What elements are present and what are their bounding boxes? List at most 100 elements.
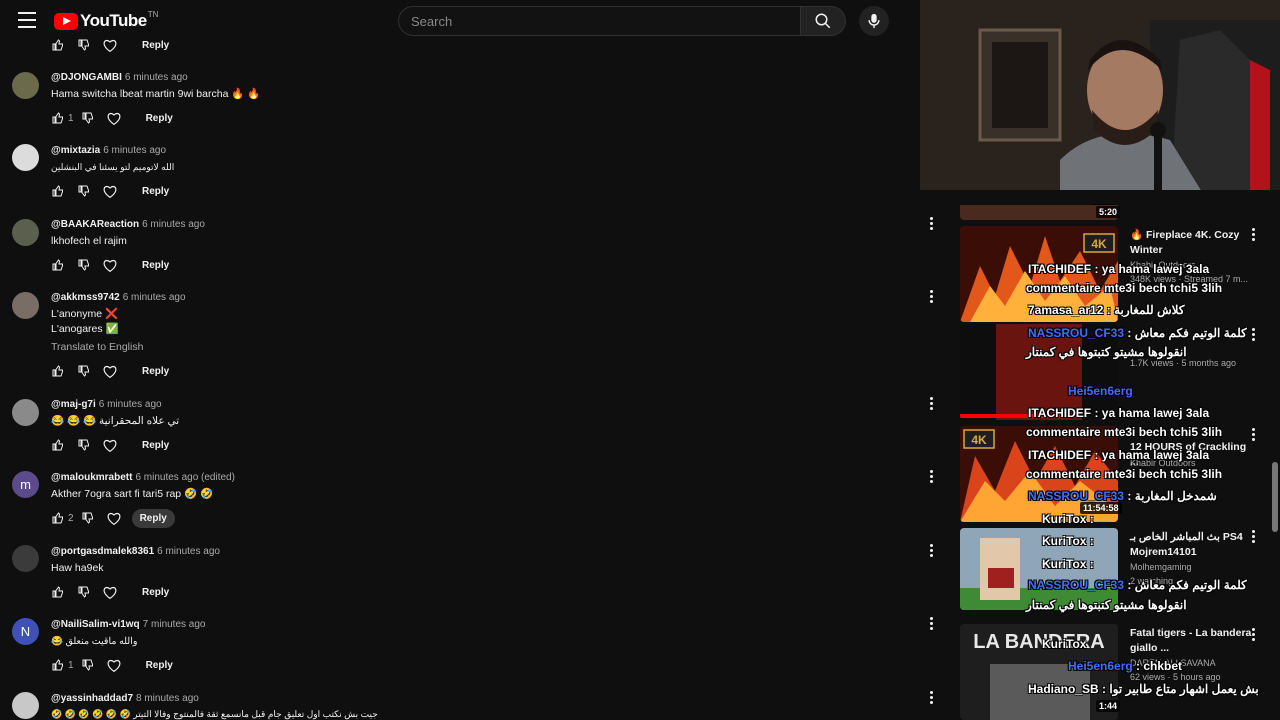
comment-time[interactable]: 6 minutes ago: [142, 219, 205, 230]
reply-button[interactable]: Reply: [134, 583, 177, 602]
chat-user: Hei5en6erg: [1068, 384, 1133, 398]
reply-button[interactable]: Reply: [134, 362, 177, 381]
comment-author[interactable]: @portgasdmalek8361: [51, 546, 154, 557]
comment-meta: @NailiSalim-vi1wq 7 minutes ago: [51, 619, 206, 630]
dislike-icon[interactable]: [76, 363, 92, 379]
avatar[interactable]: [12, 399, 39, 426]
comment-author[interactable]: @mixtazia: [51, 145, 100, 156]
comment-time[interactable]: 6 minutes ago: [103, 145, 166, 156]
comment-actions: 1 Reply: [50, 656, 181, 674]
reply-button[interactable]: Reply: [134, 436, 177, 455]
more-options-icon[interactable]: [1252, 428, 1256, 442]
scrollbar-thumb[interactable]: [1272, 462, 1278, 532]
dislike-icon[interactable]: [76, 437, 92, 453]
reply-button[interactable]: Reply: [134, 182, 177, 201]
dislike-icon[interactable]: [80, 110, 96, 126]
more-options-icon[interactable]: [1252, 328, 1256, 342]
like-icon[interactable]: [50, 183, 66, 199]
video-channel[interactable]: Molhemgaming: [1130, 562, 1192, 572]
more-options-icon[interactable]: [930, 217, 934, 231]
more-options-icon[interactable]: [1252, 530, 1256, 544]
like-icon[interactable]: [50, 110, 66, 126]
heart-icon[interactable]: [102, 363, 118, 379]
video-title[interactable]: Fatal tigers - La bandera giallo ...: [1130, 626, 1254, 656]
chat-message: commentaire mte3i bech tchi5 3lih: [1026, 467, 1222, 481]
comment-time[interactable]: 7 minutes ago: [143, 619, 206, 630]
comment-author[interactable]: @maloukmrabett: [51, 472, 132, 483]
dislike-icon[interactable]: [80, 657, 96, 673]
chat-message: KuriTox :: [1042, 512, 1094, 526]
like-icon[interactable]: [50, 657, 66, 673]
comment-meta: @mixtazia 6 minutes ago: [51, 145, 166, 156]
comment-time[interactable]: 8 minutes ago: [136, 693, 199, 704]
comment-author[interactable]: @NailiSalim-vi1wq: [51, 619, 140, 630]
chat-text: انقولوها مشيتو كتبتوها في كمنتار: [1026, 598, 1187, 612]
reply-button[interactable]: Reply: [131, 508, 175, 528]
comment-author[interactable]: @DJONGAMBI: [51, 72, 122, 83]
heart-icon[interactable]: [102, 257, 118, 273]
avatar[interactable]: [12, 692, 39, 719]
comment-time[interactable]: 6 minutes ago: [99, 399, 162, 410]
dislike-icon[interactable]: [76, 257, 92, 273]
comment-text: 😂 والله ماقيت منعلق: [51, 636, 138, 647]
avatar[interactable]: N: [12, 618, 39, 645]
comment-author[interactable]: @yassinhaddad7: [51, 693, 133, 704]
dislike-icon[interactable]: [80, 510, 96, 526]
heart-icon[interactable]: [102, 584, 118, 600]
avatar[interactable]: [12, 292, 39, 319]
chat-message: Hadiano_SB : بش يعمل اشهار متاع طابير تو…: [1028, 682, 1259, 696]
reply-button[interactable]: Reply: [138, 109, 181, 128]
more-options-icon[interactable]: [1252, 228, 1256, 242]
video-title[interactable]: بث المباشر الخاص بـ PS4 Mojrem14101: [1130, 530, 1254, 560]
video-thumbnail[interactable]: [960, 205, 1118, 220]
like-icon[interactable]: [50, 437, 66, 453]
avatar[interactable]: [12, 72, 39, 99]
heart-icon[interactable]: [106, 110, 122, 126]
chat-message: NASSROU_CF33 : شمدخل المغاربة: [1028, 489, 1217, 503]
heart-icon[interactable]: [102, 183, 118, 199]
like-icon[interactable]: [50, 584, 66, 600]
more-options-icon[interactable]: [930, 397, 934, 411]
chat-message: ITACHIDEF : ya hama lawej 3ala: [1028, 448, 1209, 462]
avatar[interactable]: [12, 219, 39, 246]
more-options-icon[interactable]: [1252, 628, 1256, 642]
comment-time[interactable]: 6 minutes ago: [125, 72, 188, 83]
translate-link[interactable]: Translate to English: [51, 341, 143, 353]
chat-message: ITACHIDEF : ya hama lawej 3ala: [1028, 406, 1209, 420]
video-title[interactable]: 🔥 Fireplace 4K. Cozy Winter: [1130, 228, 1254, 258]
more-options-icon[interactable]: [930, 617, 934, 631]
like-icon[interactable]: [50, 363, 66, 379]
dislike-icon[interactable]: [76, 183, 92, 199]
dislike-icon[interactable]: [76, 37, 92, 53]
comment-actions: Reply: [50, 182, 177, 200]
comment-actions: 1 Reply: [50, 109, 181, 127]
chat-message: NASSROU_CF33 : كلمة الوتيم فكم معاش: [1028, 326, 1247, 340]
like-icon[interactable]: [50, 37, 66, 53]
avatar[interactable]: [12, 545, 39, 572]
more-options-icon[interactable]: [930, 470, 934, 484]
reply-button[interactable]: Reply: [134, 256, 177, 275]
chat-text: :: [1086, 512, 1094, 526]
reply-button[interactable]: Reply: [138, 656, 181, 675]
heart-icon[interactable]: [106, 657, 122, 673]
like-icon[interactable]: [50, 510, 66, 526]
more-options-icon[interactable]: [930, 290, 934, 304]
heart-icon[interactable]: [106, 510, 122, 526]
comment-time[interactable]: 6 minutes ago: [157, 546, 220, 557]
heart-icon[interactable]: [102, 437, 118, 453]
dislike-icon[interactable]: [76, 584, 92, 600]
video-meta: 62 views · 5 hours ago: [1130, 672, 1221, 682]
avatar[interactable]: m: [12, 471, 39, 498]
comment-author[interactable]: @maj-g7i: [51, 399, 96, 410]
avatar[interactable]: [12, 144, 39, 171]
reply-button[interactable]: Reply: [134, 36, 177, 55]
comment-time[interactable]: 6 minutes ago: [123, 292, 186, 303]
chat-user: ITACHIDEF: [1028, 262, 1092, 276]
more-options-icon[interactable]: [930, 544, 934, 558]
comment-time[interactable]: 6 minutes ago (edited): [135, 472, 235, 483]
comment-author[interactable]: @BAAKAReaction: [51, 219, 139, 230]
heart-icon[interactable]: [102, 37, 118, 53]
comment-author[interactable]: @akkmss9742: [51, 292, 120, 303]
more-options-icon[interactable]: [930, 691, 934, 705]
like-icon[interactable]: [50, 257, 66, 273]
